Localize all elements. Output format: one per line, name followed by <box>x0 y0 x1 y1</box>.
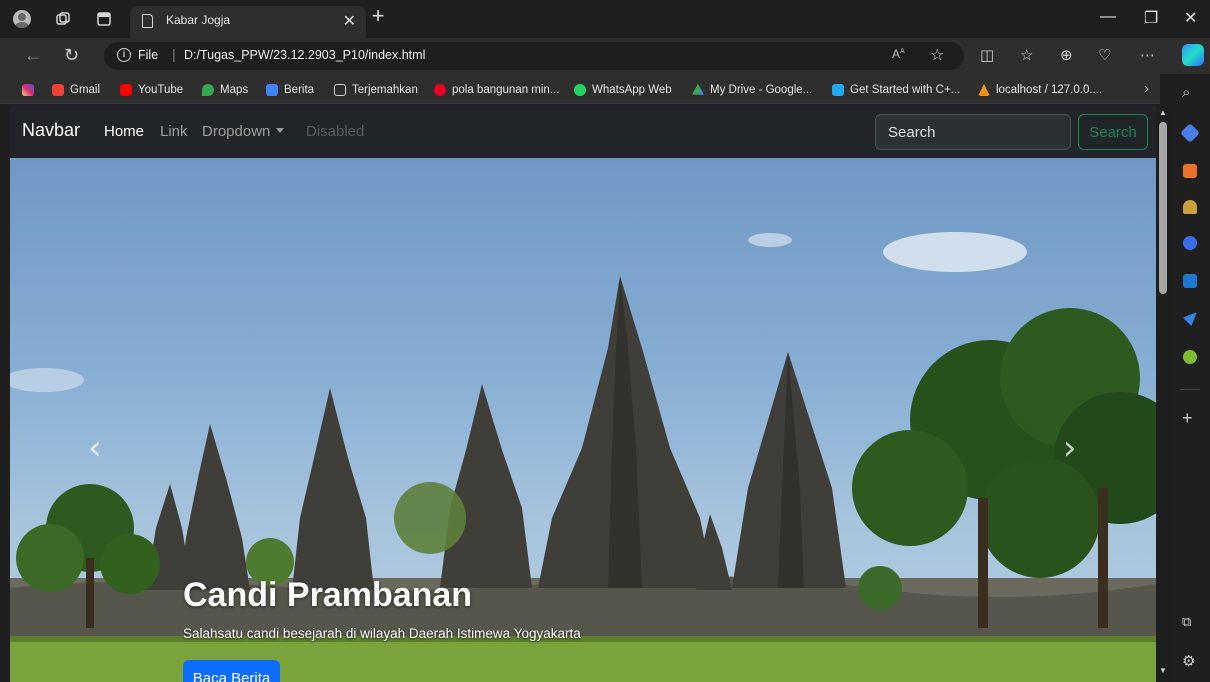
navbar-brand[interactable]: Navbar <box>22 120 80 141</box>
navbar-search-button[interactable]: Search <box>1078 114 1148 150</box>
address-row: ← ↻ i File | D:/Tugas_PPW/23.12.2903_P10… <box>0 38 1210 74</box>
favorite-star-icon[interactable]: ☆ <box>930 45 944 65</box>
page-scrollbar[interactable]: ▲ ▼ <box>1156 106 1170 682</box>
page-icon <box>334 84 346 96</box>
collections-icon[interactable]: ⊕ <box>1060 46 1073 64</box>
favorite-get-started-cpp[interactable]: Get Started with C+... <box>832 82 960 98</box>
favorites-icon[interactable]: ☆ <box>1020 46 1033 64</box>
url-separator: | <box>172 46 176 62</box>
browser-tab-bar: Kabar Jogja ✕ + — ❐ ✕ <box>0 0 1210 38</box>
phpmyadmin-icon <box>978 84 990 96</box>
scroll-up-icon[interactable]: ▲ <box>1159 108 1167 117</box>
read-aloud-icon[interactable]: AA <box>892 47 905 61</box>
info-icon[interactable]: i <box>117 48 131 62</box>
favorite-localhost[interactable]: localhost / 127.0.0.... <box>978 82 1102 98</box>
url-scheme: File <box>138 48 159 62</box>
carousel-next-icon[interactable]: › <box>1063 428 1077 468</box>
nav-link-disabled: Disabled <box>306 123 365 140</box>
more-options-icon[interactable]: ⋯ <box>1140 46 1155 64</box>
window-close-icon[interactable]: ✕ <box>1184 8 1197 28</box>
vscode-icon <box>832 84 844 96</box>
favorite-my-drive[interactable]: My Drive - Google... <box>692 82 812 98</box>
favorite-gmail[interactable]: Gmail <box>52 82 100 98</box>
favorite-berita[interactable]: Berita <box>266 82 314 98</box>
copilot-icon[interactable] <box>1182 44 1204 66</box>
refresh-icon[interactable]: ↻ <box>64 45 79 66</box>
new-tab-icon[interactable]: + <box>368 3 388 28</box>
page-navbar: Navbar Home Link Dropdown Disabled Searc… <box>10 106 1156 158</box>
nav-dropdown[interactable]: Dropdown <box>202 123 285 140</box>
google-drive-icon <box>692 84 704 95</box>
favorite-youtube[interactable]: YouTube <box>120 82 183 98</box>
tab-title: Kabar Jogja <box>166 13 231 27</box>
page-icon <box>142 14 153 28</box>
nav-dropdown-label: Dropdown <box>202 123 271 140</box>
google-sites-icon <box>266 84 278 96</box>
outlook-icon[interactable] <box>1183 274 1197 288</box>
back-icon[interactable]: ← <box>24 45 42 66</box>
nav-link-home[interactable]: Home <box>104 123 144 140</box>
carousel-caption-text: Salahsatu candi besejarah di wilayah Dae… <box>183 626 581 641</box>
maps-icon <box>202 84 214 96</box>
tree-icon[interactable] <box>1183 350 1197 364</box>
profile-avatar-icon[interactable] <box>12 9 32 29</box>
scroll-down-icon[interactable]: ▼ <box>1159 666 1167 675</box>
address-bar[interactable]: i File | D:/Tugas_PPW/23.12.2903_P10/ind… <box>104 42 964 70</box>
restore-icon[interactable]: ❐ <box>1144 8 1158 28</box>
read-news-button[interactable]: Baca Berita <box>183 660 280 682</box>
carousel-caption-title: Candi Prambanan <box>183 576 473 614</box>
screenshot-capture-icon[interactable]: ⧉ <box>1182 614 1191 630</box>
browser-tab[interactable]: Kabar Jogja ✕ <box>130 6 366 38</box>
shopping-tag-icon[interactable] <box>1180 123 1200 143</box>
search-icon[interactable]: ⌕ <box>1182 84 1190 101</box>
carousel-prev-icon[interactable]: ‹ <box>88 428 102 468</box>
favorite-pola-bangunan[interactable]: pola bangunan min... <box>434 82 559 98</box>
workspaces-icon[interactable] <box>53 9 73 29</box>
tools-briefcase-icon[interactable] <box>1183 164 1197 178</box>
favorite-whatsapp[interactable]: WhatsApp Web <box>574 82 672 98</box>
browser-essentials-icon[interactable]: ♡ <box>1098 46 1111 64</box>
gmail-icon <box>52 84 64 96</box>
edge-sidebar: ⌕ + ⧉ ⚙ <box>1170 74 1210 682</box>
favorites-overflow-chevron-icon[interactable]: › <box>1144 80 1149 97</box>
pinterest-icon <box>434 84 446 96</box>
microsoft-365-icon[interactable] <box>1183 236 1197 250</box>
youtube-icon <box>120 84 132 96</box>
games-icon[interactable] <box>1183 200 1197 214</box>
prambanan-temple-photo <box>10 232 1156 682</box>
favorite-terjemahkan[interactable]: Terjemahkan <box>334 82 418 98</box>
close-tab-icon[interactable]: ✕ <box>343 11 356 31</box>
instagram-icon <box>22 84 34 96</box>
url-text[interactable]: D:/Tugas_PPW/23.12.2903_P10/index.html <box>184 48 425 62</box>
drop-send-icon[interactable] <box>1183 312 1197 326</box>
tab-actions-icon[interactable] <box>94 9 114 29</box>
nav-link-link[interactable]: Link <box>160 123 188 140</box>
sidebar-settings-gear-icon[interactable]: ⚙ <box>1182 652 1195 670</box>
sidebar-divider <box>1180 389 1200 390</box>
favorites-bar: Gmail YouTube Maps Berita Terjemahkan po… <box>0 74 1160 104</box>
scrollbar-thumb[interactable] <box>1159 122 1167 294</box>
navbar-search-input[interactable] <box>875 114 1071 150</box>
carousel-slide: ‹ › Candi Prambanan Salahsatu candi bese… <box>10 158 1156 682</box>
caret-down-icon <box>276 128 285 133</box>
split-screen-icon[interactable]: ◫ <box>980 46 994 64</box>
favorite-instagram[interactable] <box>22 82 40 98</box>
add-sidebar-app-icon[interactable]: + <box>1182 408 1193 429</box>
whatsapp-icon <box>574 84 586 96</box>
web-page: Navbar Home Link Dropdown Disabled Searc… <box>10 106 1156 682</box>
favorite-maps[interactable]: Maps <box>202 82 248 98</box>
minimize-icon[interactable]: — <box>1100 8 1116 26</box>
